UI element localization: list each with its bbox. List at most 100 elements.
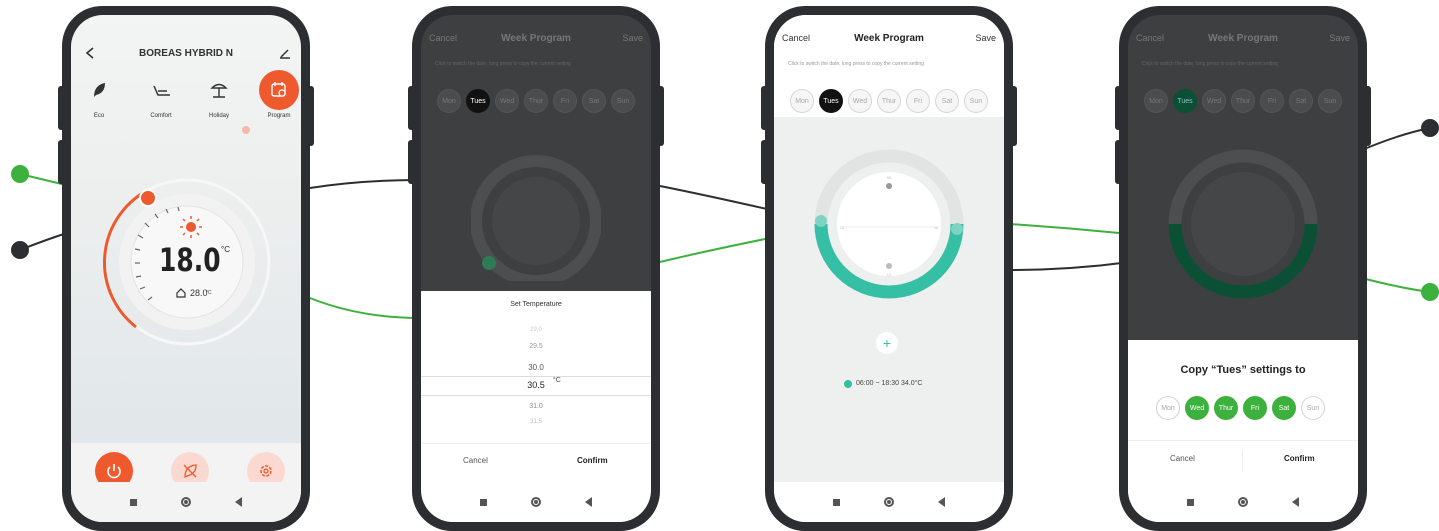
recent-apps-icon[interactable] <box>833 498 840 506</box>
hint-text: Click to switch the date, long press to … <box>788 61 924 67</box>
sun-icon <box>180 216 202 238</box>
copy-day-wed[interactable]: Wed <box>1185 396 1209 420</box>
divider <box>1128 440 1358 441</box>
hint-text: Click to switch the date, long press to … <box>1142 61 1278 67</box>
add-schedule-button[interactable]: + <box>876 332 898 354</box>
day-fri[interactable]: Fri <box>906 89 930 113</box>
phone-set-temperature: Cancel Week Program Save Click to switch… <box>408 6 664 531</box>
day-wed[interactable]: Wed <box>1202 89 1226 113</box>
home-nav-icon[interactable] <box>884 497 894 507</box>
day-fri[interactable]: Fri <box>553 89 577 113</box>
day-tues[interactable]: Tues <box>1173 89 1197 113</box>
day-tues[interactable]: Tues <box>819 89 843 113</box>
home-nav-icon[interactable] <box>1238 497 1248 507</box>
moon-icon <box>886 183 892 189</box>
day-wed[interactable]: Wed <box>495 89 519 113</box>
picker-title: Set Temperature <box>510 301 562 308</box>
svg-text:00: 00 <box>887 175 892 180</box>
page-title: Week Program <box>854 33 924 44</box>
schedule-entry[interactable]: 06:00 ~ 18:30 34.0°C <box>856 380 922 387</box>
day-thur[interactable]: Thur <box>1231 89 1255 113</box>
picker-confirm-button[interactable]: Confirm <box>577 456 608 465</box>
day-fri[interactable]: Fri <box>1260 89 1284 113</box>
indicator-dot <box>242 126 250 134</box>
svg-text:12: 12 <box>887 272 892 277</box>
day-sun[interactable]: Sun <box>1318 89 1342 113</box>
home-nav-icon[interactable] <box>531 497 541 507</box>
phone-week-program: Cancel Week Program Save Click to switch… <box>761 6 1017 531</box>
copy-cancel-button[interactable]: Cancel <box>1170 454 1195 463</box>
picker-cancel-button[interactable]: Cancel <box>463 456 488 465</box>
system-navbar <box>421 482 651 522</box>
home-temperature: 28.0 <box>190 288 208 298</box>
recent-apps-icon[interactable] <box>1187 498 1194 506</box>
day-sat[interactable]: Sat <box>935 89 959 113</box>
back-nav-icon[interactable] <box>585 497 592 507</box>
mode-holiday[interactable]: Holiday <box>199 75 239 131</box>
page-title: Week Program <box>501 33 571 44</box>
back-nav-icon[interactable] <box>1292 497 1299 507</box>
copy-day-fri[interactable]: Fri <box>1243 396 1267 420</box>
page-title: Week Program <box>1208 33 1278 44</box>
mode-comfort[interactable]: Comfort <box>141 75 181 131</box>
dark-node-right <box>1421 119 1439 137</box>
system-navbar <box>774 482 1004 522</box>
calendar-clock-icon <box>271 82 286 97</box>
picker-value: 29.5 <box>529 343 543 350</box>
day-sun[interactable]: Sun <box>964 89 988 113</box>
day-tues[interactable]: Tues <box>466 89 490 113</box>
day-sun[interactable]: Sun <box>611 89 635 113</box>
armchair-icon <box>153 85 170 96</box>
mode-eco[interactable]: Eco <box>83 75 115 131</box>
day-mon[interactable]: Mon <box>437 89 461 113</box>
plus-icon: + <box>882 335 892 351</box>
day-sat[interactable]: Sat <box>582 89 606 113</box>
save-link[interactable]: Save <box>1329 33 1350 43</box>
day-thur[interactable]: Thur <box>877 89 901 113</box>
schedule-clock[interactable]: 00 18 06 12 <box>814 149 964 299</box>
save-link[interactable]: Save <box>622 33 643 43</box>
copy-day-sun[interactable]: Sun <box>1301 396 1325 420</box>
mode-label-eco: Eco <box>93 113 105 119</box>
copy-day-thur[interactable]: Thur <box>1214 396 1238 420</box>
save-link[interactable]: Save <box>975 33 996 43</box>
day-mon[interactable]: Mon <box>790 89 814 113</box>
home-temperature-unit: °C <box>206 290 212 296</box>
system-navbar <box>71 482 301 522</box>
dial-handle[interactable] <box>139 189 157 207</box>
day-mon[interactable]: Mon <box>1144 89 1168 113</box>
pencil-icon[interactable] <box>279 47 291 59</box>
recent-apps-icon[interactable] <box>480 498 487 506</box>
back-nav-icon[interactable] <box>938 497 945 507</box>
day-sat[interactable]: Sat <box>1289 89 1313 113</box>
picker-value: 31.0 <box>529 403 543 410</box>
power-icon <box>107 464 121 479</box>
mode-program[interactable]: Program <box>259 70 299 131</box>
temperature-wheel[interactable]: 29.0 29.5 30.0 30.5 °C 31.0 31.5 <box>421 319 651 439</box>
copy-confirm-button[interactable]: Confirm <box>1284 454 1315 463</box>
home-nav-icon[interactable] <box>181 497 191 507</box>
mode-label-holiday: Holiday <box>208 113 229 119</box>
svg-text:18: 18 <box>840 225 845 230</box>
copy-title: Copy “Tues” settings to <box>1180 364 1306 376</box>
svg-text:06: 06 <box>934 225 939 230</box>
picker-unit: °C <box>553 377 561 384</box>
schedule-clock-dimmed <box>1168 149 1318 299</box>
current-temperature: 18.0 <box>159 241 221 279</box>
back-nav-icon[interactable] <box>235 497 242 507</box>
divider <box>421 443 651 444</box>
copy-day-mon[interactable]: Mon <box>1156 396 1180 420</box>
device-name: BOREAS HYBRID N <box>139 48 233 59</box>
gear-icon <box>260 465 272 477</box>
hint-text: Click to switch the date, long press to … <box>435 61 571 67</box>
leaf-off-icon <box>183 464 197 479</box>
sun-icon <box>886 263 892 269</box>
system-navbar <box>1128 482 1358 522</box>
recent-apps-icon[interactable] <box>130 498 137 506</box>
schedule-color-dot <box>844 380 852 388</box>
temperature-unit: °C <box>221 245 230 254</box>
leaf-icon <box>94 83 105 97</box>
day-wed[interactable]: Wed <box>848 89 872 113</box>
copy-day-sat[interactable]: Sat <box>1272 396 1296 420</box>
day-thur[interactable]: Thur <box>524 89 548 113</box>
